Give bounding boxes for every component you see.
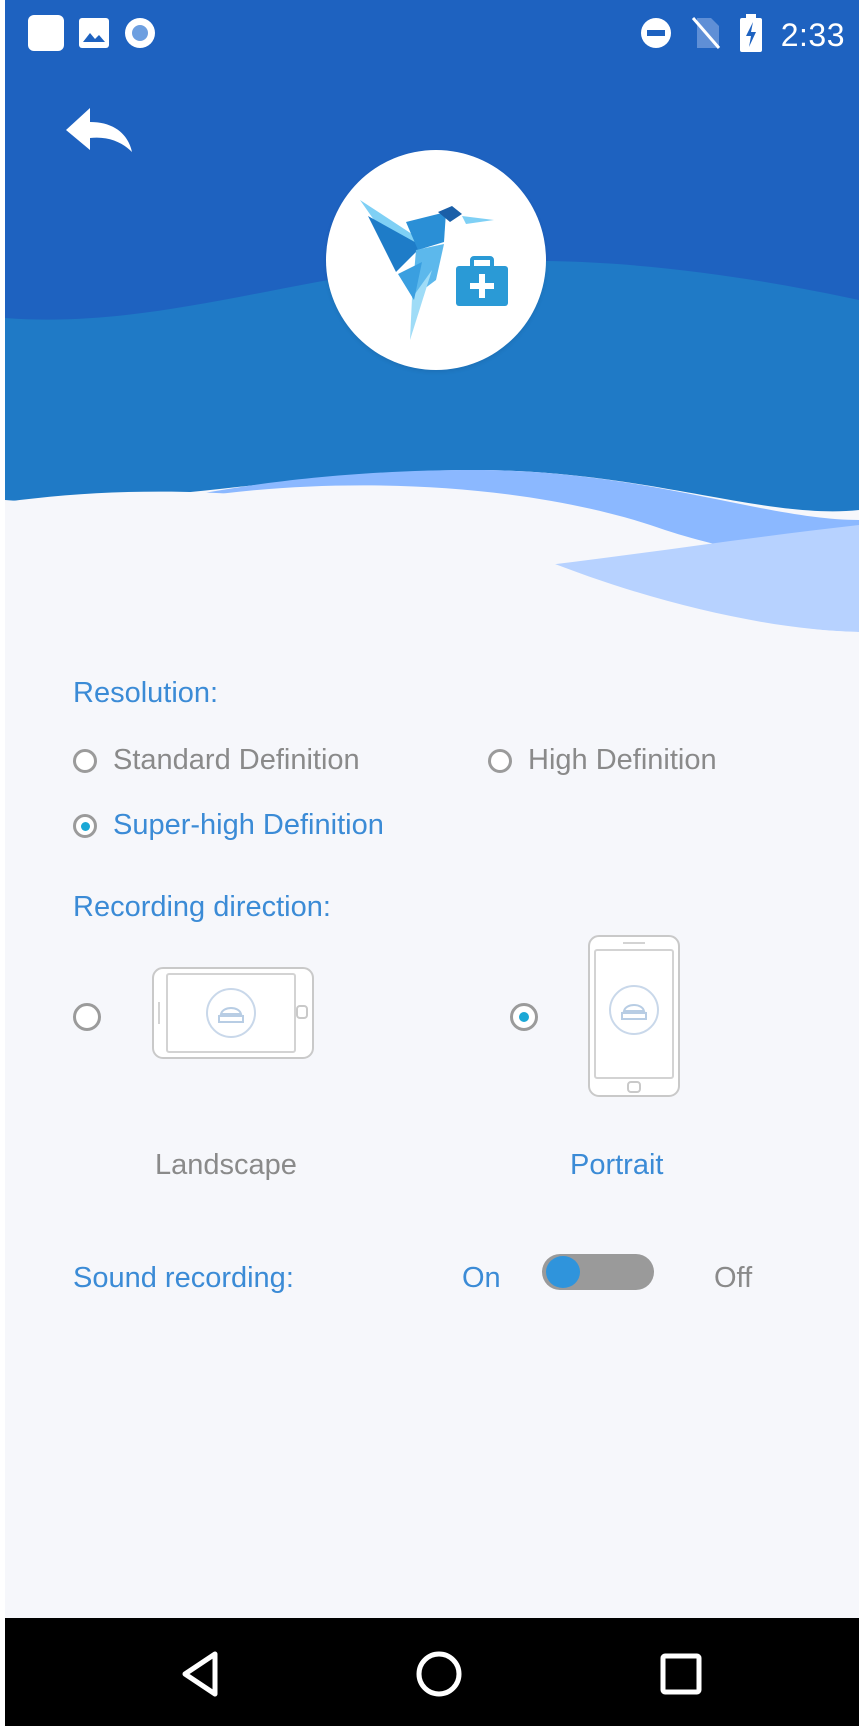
portrait-caption: Portrait — [570, 1149, 664, 1181]
recording-direction-label: Recording direction: — [73, 891, 331, 923]
app-square-icon — [27, 14, 65, 57]
portrait-option[interactable] — [587, 934, 681, 1098]
navigation-bar — [5, 1618, 859, 1726]
radio-unchecked-icon — [73, 748, 97, 773]
do-not-disturb-icon — [639, 16, 673, 55]
portrait-radio[interactable] — [510, 1003, 538, 1031]
record-icon — [123, 16, 157, 55]
bird-with-medical-kit-logo — [360, 200, 508, 340]
back-arrow-icon — [66, 108, 132, 152]
resolution-label: Resolution: — [73, 677, 219, 709]
status-time: 2:33 — [780, 17, 845, 53]
sound-on-label: On — [462, 1262, 501, 1294]
battery-charging-icon — [739, 14, 763, 57]
status-bar: 2:33 — [5, 0, 859, 70]
status-right-icons: 2:33 — [639, 14, 845, 57]
nav-recents-button[interactable] — [655, 1648, 707, 1700]
back-triangle-icon — [182, 1651, 218, 1697]
home-circle-icon — [416, 1651, 462, 1697]
resolution-option-label: Standard Definition — [113, 744, 360, 776]
resolution-option-super-high[interactable]: Super-high Definition — [73, 809, 384, 842]
status-left-icons — [27, 14, 157, 57]
toggle-thumb — [546, 1256, 580, 1288]
nav-home-button[interactable] — [413, 1648, 465, 1700]
resolution-option-label: Super-high Definition — [113, 809, 384, 841]
landscape-caption: Landscape — [155, 1149, 297, 1181]
nav-back-button[interactable] — [175, 1648, 227, 1700]
landscape-option[interactable] — [151, 966, 317, 1062]
app-screen: 2:33 Resolution: Standard Definition Hig… — [5, 0, 859, 1726]
no-sim-icon — [691, 16, 721, 55]
back-button[interactable] — [60, 100, 136, 160]
recents-square-icon — [660, 1653, 702, 1695]
landscape-phone-icon — [152, 967, 314, 1059]
screen: 2:33 Resolution: Standard Definition Hig… — [0, 0, 859, 1726]
landscape-radio[interactable] — [73, 1003, 101, 1031]
resolution-option-label: High Definition — [528, 744, 717, 776]
resolution-option-high[interactable]: High Definition — [488, 744, 717, 777]
image-icon — [77, 16, 111, 55]
header-banner: 2:33 — [5, 0, 859, 640]
sound-recording-toggle[interactable] — [542, 1254, 654, 1290]
sound-off-label: Off — [714, 1262, 753, 1294]
portrait-phone-icon — [588, 935, 680, 1097]
radio-unchecked-icon — [488, 748, 512, 773]
sound-recording-label: Sound recording: — [73, 1262, 294, 1294]
resolution-option-standard[interactable]: Standard Definition — [73, 744, 360, 777]
radio-checked-icon — [73, 813, 97, 838]
app-logo — [326, 150, 546, 370]
